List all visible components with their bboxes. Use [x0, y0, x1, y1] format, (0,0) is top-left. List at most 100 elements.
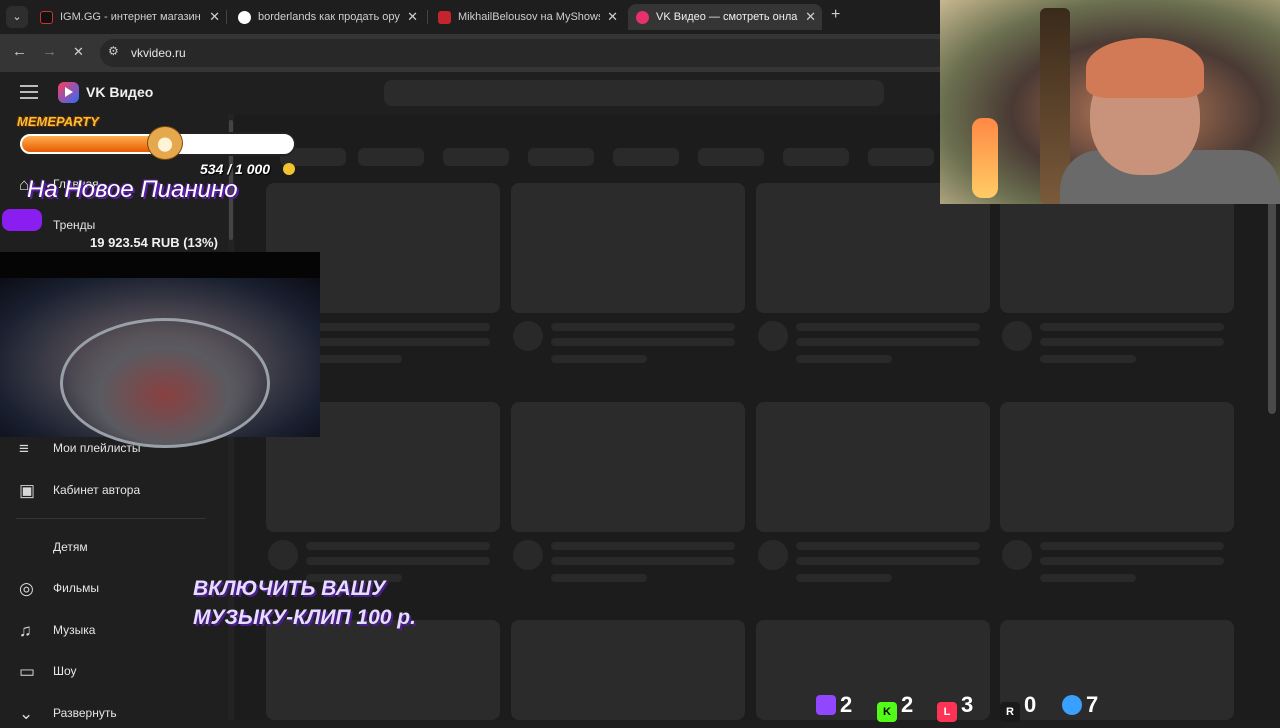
title-line-skeleton	[551, 338, 735, 346]
myshows-favicon-icon	[438, 11, 451, 24]
tab-title: VK Видео — смотреть онлайн	[656, 11, 798, 23]
sidebar-item-label: Музыка	[53, 623, 96, 637]
vk-video-logo-icon[interactable]	[58, 82, 79, 103]
coin-icon	[283, 163, 295, 175]
meta-line-skeleton	[1040, 355, 1136, 363]
meta-line-skeleton	[796, 574, 892, 582]
video-card-skeleton	[266, 620, 500, 720]
title-line-skeleton	[796, 542, 980, 550]
back-icon[interactable]: ←	[12, 43, 27, 60]
video-card-skeleton	[1000, 402, 1234, 532]
sidebar-divider	[16, 518, 206, 519]
stop-loading-icon[interactable]: ✕	[73, 44, 84, 60]
tab-divider	[226, 10, 227, 24]
donation-brand-label: MEMEPARTY	[17, 114, 99, 129]
sidebar-item-shows[interactable]: ▭ Шоу	[0, 656, 220, 686]
donation-goal-count: 534 / 1 000	[200, 161, 271, 177]
viewer-count-vk-live: L3	[937, 690, 974, 722]
viewer-count-kick: K2	[877, 690, 914, 722]
viewer-count: 3	[961, 692, 974, 717]
streamer-bandana-image	[1086, 38, 1204, 98]
goal-title: На Новое Пианино	[27, 176, 238, 203]
close-icon[interactable]: ✕	[209, 4, 220, 30]
tab-google[interactable]: borderlands как продать оруж ✕	[230, 4, 424, 30]
meta-line-skeleton	[1040, 574, 1136, 582]
vk-video-favicon-icon	[636, 11, 649, 24]
address-bar[interactable]: ⚙ vkvideo.ru	[100, 39, 950, 67]
page-scrollbar-thumb[interactable]	[1268, 200, 1276, 414]
tab-divider	[427, 10, 428, 24]
menu-icon[interactable]	[20, 85, 38, 99]
rutube-icon: R	[1000, 702, 1020, 722]
promo-line-1: ВКЛЮЧИТЬ ВАШУ	[193, 577, 386, 600]
new-tab-button[interactable]: +	[831, 6, 840, 24]
sidebar-section-kids: Детям	[0, 532, 220, 562]
vk-live-icon: L	[937, 702, 957, 722]
chip-skeleton	[443, 148, 509, 166]
channel-avatar-skeleton	[758, 540, 788, 570]
channel-avatar-skeleton	[268, 540, 298, 570]
promo-line-2: МУЗЫКУ-КЛИП 100 р.	[193, 606, 416, 629]
viewer-count: 0	[1024, 692, 1037, 717]
drum-video-overlay	[0, 252, 320, 448]
title-line-skeleton	[1040, 338, 1224, 346]
channel-avatar-skeleton	[1002, 540, 1032, 570]
tab-vk-video[interactable]: VK Видео — смотреть онлайн ✕	[628, 4, 822, 30]
viewer-count-rutube: R0	[1000, 690, 1037, 722]
url-text[interactable]: vkvideo.ru	[131, 46, 186, 60]
person-icon	[1062, 695, 1082, 715]
title-line-skeleton	[1040, 542, 1224, 550]
channel-avatar-skeleton	[1002, 321, 1032, 351]
close-icon[interactable]: ✕	[805, 4, 816, 30]
sidebar-item-music[interactable]: ♫ Музыка	[0, 615, 220, 645]
chip-skeleton	[698, 148, 764, 166]
channel-avatar-skeleton	[513, 540, 543, 570]
kick-icon: K	[877, 702, 897, 722]
sidebar-item-label: Тренды	[53, 218, 96, 232]
title-line-skeleton	[551, 542, 735, 550]
viewer-count-twitch: 2	[816, 690, 852, 720]
search-input-placeholder[interactable]	[384, 80, 884, 106]
title-line-skeleton	[796, 557, 980, 565]
doge-icon	[147, 126, 183, 160]
tv-icon: ▭	[19, 662, 36, 681]
viewer-count: 2	[901, 692, 914, 717]
tab-title: MikhailBelousov на MyShows.r	[458, 11, 600, 23]
tab-myshows[interactable]: MikhailBelousov на MyShows.r ✕	[430, 4, 624, 30]
close-icon[interactable]: ✕	[407, 4, 418, 30]
sidebar-item-author-cabinet[interactable]: ▣ Кабинет автора	[0, 475, 220, 505]
viewer-count-total: 7	[1062, 690, 1098, 720]
chip-skeleton	[528, 148, 594, 166]
title-line-skeleton	[306, 338, 490, 346]
drum-video-frame	[0, 278, 320, 448]
music-icon: ♫	[19, 621, 32, 640]
viewer-count: 2	[840, 692, 853, 717]
title-line-skeleton	[551, 557, 735, 565]
site-settings-icon[interactable]: ⚙	[108, 44, 119, 58]
chip-skeleton	[868, 148, 934, 166]
tab-igm[interactable]: IGM.GG - интернет магазин кл ✕	[32, 4, 226, 30]
title-line-skeleton	[796, 323, 980, 331]
tab-search-button[interactable]: ⌄	[6, 6, 28, 28]
channel-avatar-skeleton	[513, 321, 543, 351]
donation-goal-fill	[22, 136, 166, 152]
video-card-skeleton	[511, 620, 745, 720]
chevron-down-icon: ⌄	[19, 704, 34, 723]
goal-badge	[2, 209, 42, 231]
sidebar-expand-button[interactable]: ⌄ Развернуть	[0, 698, 220, 728]
forward-icon[interactable]: →	[42, 43, 57, 60]
sidebar-item-films[interactable]: ◎ Фильмы	[0, 573, 220, 603]
meta-line-skeleton	[306, 355, 402, 363]
tab-title: IGM.GG - интернет магазин кл	[60, 11, 202, 23]
viewer-count: 7	[1086, 692, 1099, 717]
playlist-add-icon: ≡	[19, 439, 29, 458]
chip-skeleton	[613, 148, 679, 166]
chip-skeleton	[358, 148, 424, 166]
title-line-skeleton	[1040, 557, 1224, 565]
video-card-skeleton	[511, 402, 745, 532]
close-icon[interactable]: ✕	[607, 4, 618, 30]
video-card-skeleton	[511, 183, 745, 313]
app-title[interactable]: VK Видео	[86, 84, 153, 100]
title-line-skeleton	[796, 338, 980, 346]
lava-lamp-image	[972, 118, 998, 198]
